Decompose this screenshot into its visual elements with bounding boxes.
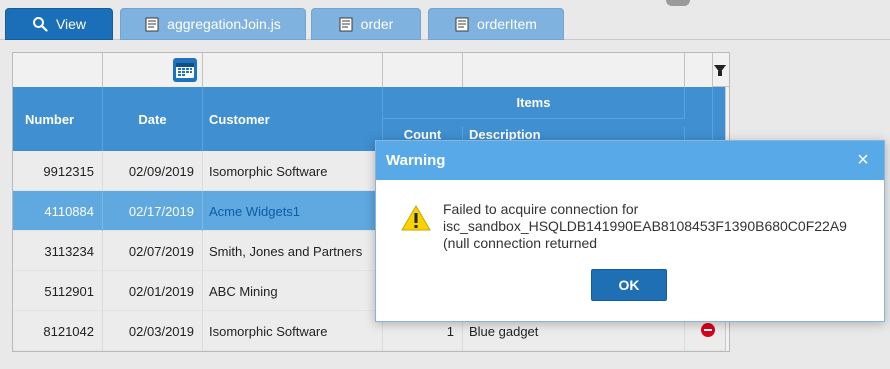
cell-number: 5112901 [13, 271, 103, 311]
warning-dialog: Warning × Failed to acquire connection f… [375, 140, 885, 322]
cell-customer: ABC Mining [203, 271, 383, 311]
cell-customer: Smith, Jones and Partners [203, 231, 383, 271]
document-icon [145, 17, 159, 32]
tab-order-item[interactable]: orderItem [428, 8, 564, 40]
filter-remove [685, 53, 713, 87]
search-icon [32, 16, 48, 32]
cell-date: 02/09/2019 [103, 151, 203, 191]
tab-label: aggregationJoin.js [167, 16, 281, 32]
tab-aggregation-join[interactable]: aggregationJoin.js [120, 8, 306, 40]
cell-number: 9912315 [13, 151, 103, 191]
tab-label: orderItem [477, 16, 537, 32]
filter-description[interactable] [463, 53, 685, 87]
column-header-items: Items [383, 87, 685, 119]
column-header-customer[interactable]: Customer [203, 87, 383, 151]
document-icon [455, 17, 469, 32]
cell-date: 02/01/2019 [103, 271, 203, 311]
calendar-icon[interactable] [173, 58, 197, 82]
filter-customer[interactable] [203, 53, 383, 87]
dialog-message-line: Failed to acquire connection for [443, 201, 639, 217]
remove-icon[interactable] [701, 323, 715, 337]
filter-date[interactable] [103, 53, 203, 87]
ok-button[interactable]: OK [591, 269, 667, 301]
tab-label: order [360, 16, 394, 32]
filter-count[interactable] [383, 53, 463, 87]
chevron-down-icon[interactable]: ▼ [729, 339, 730, 349]
cell-date: 02/03/2019 [103, 311, 203, 351]
dialog-title: Warning [386, 152, 446, 169]
filter-row [13, 53, 729, 87]
column-header-number[interactable]: Number [13, 87, 103, 151]
filter-icon-stem [718, 71, 722, 76]
cell-date: 02/17/2019 [103, 191, 203, 231]
cell-customer: Isomorphic Software [203, 151, 383, 191]
document-icon [339, 17, 353, 32]
tab-bar: View aggregationJoin.js order orderItem [0, 0, 890, 40]
dialog-header: Warning [376, 141, 884, 180]
cell-customer: Isomorphic Software [203, 311, 383, 351]
column-header-date[interactable]: Date [103, 87, 203, 151]
tab-label: View [55, 16, 87, 32]
dialog-message: Failed to acquire connection for isc_san… [443, 201, 873, 252]
close-icon[interactable]: × [852, 149, 874, 171]
cell-number: 4110884 [13, 191, 103, 231]
dialog-message-line: (null connection returned [443, 235, 598, 251]
tab-view[interactable]: View [5, 8, 113, 40]
cell-date: 02/07/2019 [103, 231, 203, 271]
cell-number: 3113234 [13, 231, 103, 271]
tab-order[interactable]: order [311, 8, 421, 40]
cell-customer[interactable]: Acme Widgets1 [203, 191, 383, 231]
dialog-message-line: isc_sandbox_HSQLDB141990EAB8108453F1390B… [443, 218, 847, 234]
warning-icon [401, 205, 431, 236]
cell-number: 8121042 [13, 311, 103, 351]
filter-number[interactable] [13, 53, 103, 87]
user-avatar [666, 0, 690, 6]
